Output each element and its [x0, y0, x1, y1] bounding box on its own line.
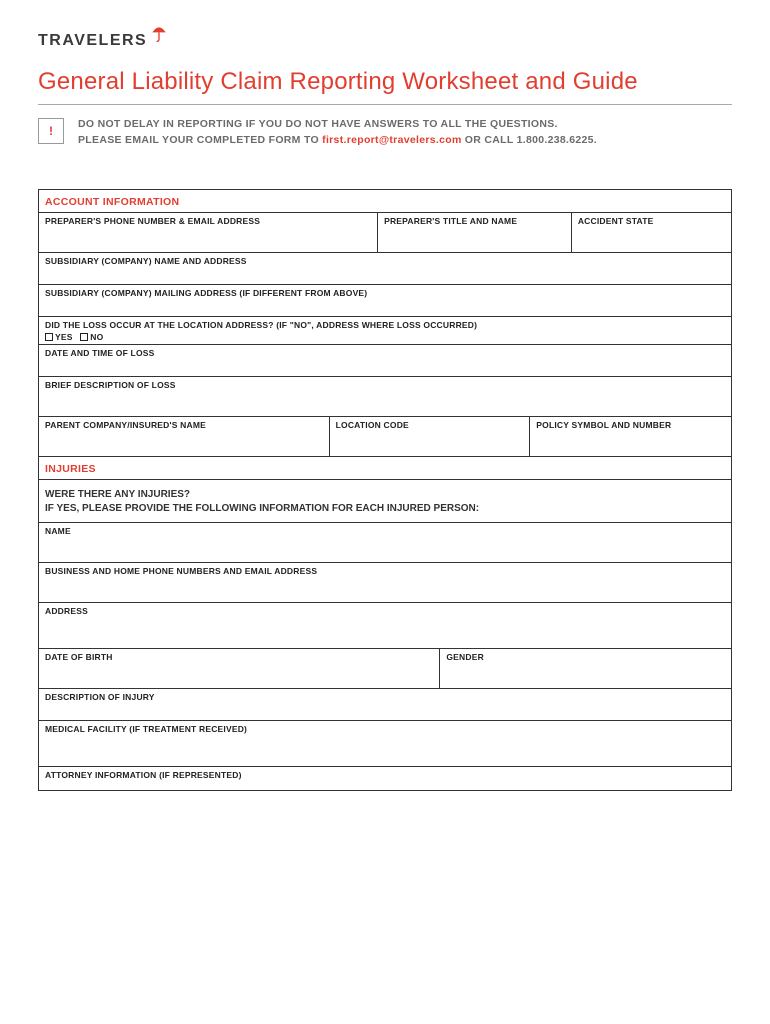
field-injured-contacts[interactable]: BUSINESS AND HOME PHONE NUMBERS AND EMAI… [39, 563, 731, 602]
umbrella-icon [149, 24, 169, 44]
field-preparer-phone-email[interactable]: PREPARER'S PHONE NUMBER & EMAIL ADDRESS [39, 213, 378, 252]
form-table: ACCOUNT INFORMATION PREPARER'S PHONE NUM… [38, 189, 732, 791]
logo: TRAVELERS [38, 30, 732, 50]
field-policy-symbol[interactable]: POLICY SYMBOL AND NUMBER [530, 417, 731, 456]
notice-text: DO NOT DELAY IN REPORTING IF YOU DO NOT … [78, 117, 597, 149]
field-loss-at-location[interactable]: DID THE LOSS OCCUR AT THE LOCATION ADDRE… [39, 317, 731, 344]
field-preparer-title-name[interactable]: PREPARER'S TITLE AND NAME [378, 213, 572, 252]
yes-no-checkboxes[interactable]: YES NO [45, 332, 725, 342]
field-desc-injury[interactable]: DESCRIPTION OF INJURY [39, 689, 731, 720]
row-preparer: PREPARER'S PHONE NUMBER & EMAIL ADDRESS … [39, 213, 731, 253]
checkbox-yes[interactable] [45, 333, 53, 341]
section-header-injuries: INJURIES [39, 457, 731, 480]
field-dob[interactable]: DATE OF BIRTH [39, 649, 440, 688]
field-injured-address[interactable]: ADDRESS [39, 603, 731, 648]
notice-line2: PLEASE EMAIL YOUR COMPLETED FORM TO firs… [78, 133, 597, 149]
page-title: General Liability Claim Reporting Worksh… [38, 68, 732, 96]
alert-icon: ! [38, 118, 64, 144]
field-accident-state[interactable]: ACCIDENT STATE [572, 213, 731, 252]
logo-text: TRAVELERS [38, 32, 147, 50]
field-brief-desc[interactable]: BRIEF DESCRIPTION OF LOSS [39, 377, 731, 416]
notice-row: ! DO NOT DELAY IN REPORTING IF YOU DO NO… [38, 117, 732, 149]
field-subsidiary-name-addr[interactable]: SUBSIDIARY (COMPANY) NAME AND ADDRESS [39, 253, 731, 284]
checkbox-no[interactable] [80, 333, 88, 341]
notice-email-link[interactable]: first.report@travelers.com [322, 134, 461, 146]
field-injured-name[interactable]: NAME [39, 523, 731, 562]
field-date-time-loss[interactable]: DATE AND TIME OF LOSS [39, 345, 731, 376]
field-gender[interactable]: GENDER [440, 649, 731, 688]
field-attorney[interactable]: ATTORNEY INFORMATION (IF REPRESENTED) [39, 767, 731, 790]
field-medical-facility[interactable]: MEDICAL FACILITY (IF TREATMENT RECEIVED) [39, 721, 731, 766]
notice-line1: DO NOT DELAY IN REPORTING IF YOU DO NOT … [78, 117, 597, 133]
section-header-account: ACCOUNT INFORMATION [39, 190, 731, 213]
title-rule [38, 104, 732, 105]
field-parent-company[interactable]: PARENT COMPANY/INSURED'S NAME [39, 417, 330, 456]
field-subsidiary-mailing[interactable]: SUBSIDIARY (COMPANY) MAILING ADDRESS (IF… [39, 285, 731, 316]
field-location-code[interactable]: LOCATION CODE [330, 417, 531, 456]
injuries-question: WERE THERE ANY INJURIES? IF YES, PLEASE … [39, 480, 731, 523]
